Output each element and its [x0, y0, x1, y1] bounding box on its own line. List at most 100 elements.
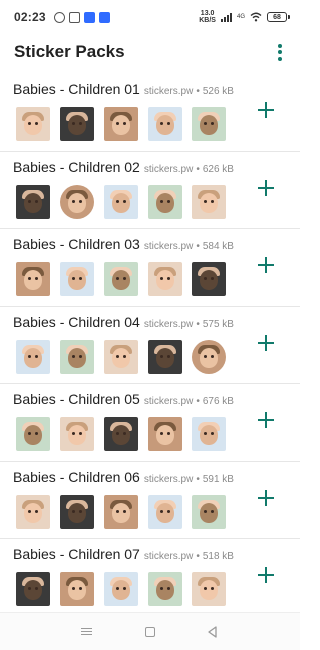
sticker-thumbnail: [192, 107, 226, 141]
pack-publisher: stickers.pw: [143, 86, 194, 97]
sticker-thumbnail: [60, 339, 94, 374]
status-notification-icons: [53, 11, 110, 23]
sticker-thumbnail: [104, 262, 138, 296]
pack-size: 575 kB: [202, 318, 234, 330]
sticker-thumbnail: [16, 417, 50, 451]
message-box-icon: [68, 11, 80, 23]
pack-header: Babies - Children 02 stickers.pw • 626 kB: [13, 159, 234, 175]
sticker-thumbnail: [16, 339, 50, 374]
add-pack-button[interactable]: [258, 334, 274, 351]
sticker-thumbnail: [104, 339, 138, 374]
sticker-thumbnail: [192, 184, 226, 219]
meta-separator: •: [196, 473, 200, 485]
sticker-thumbnail: [104, 107, 138, 141]
sticker-pack-list: Babies - Children 01 stickers.pw • 526 kB Ba…: [0, 74, 300, 617]
back-icon[interactable]: [206, 625, 220, 639]
sticker-preview-strip: [16, 262, 226, 296]
notification-ring-icon: [53, 11, 65, 23]
sticker-thumbnail: [148, 417, 182, 451]
pack-meta: stickers.pw • 575 kB: [144, 319, 234, 330]
sticker-pack-row[interactable]: Babies - Children 01 stickers.pw • 526 kB: [0, 74, 300, 152]
meta-separator: •: [196, 396, 200, 407]
pack-name: Babies - Children 01: [13, 81, 140, 97]
meta-separator: •: [196, 86, 200, 97]
add-pack-button[interactable]: [258, 412, 274, 428]
cell-signal-icon: [220, 12, 232, 22]
sticker-thumbnail: [16, 107, 50, 141]
sticker-pack-row[interactable]: Babies - Children 05 stickers.pw • 676 kB: [0, 384, 300, 462]
sticker-thumbnail: [104, 184, 138, 219]
pack-name: Babies - Children 02: [13, 158, 140, 175]
pack-name: Babies - Children 06: [13, 468, 140, 485]
status-system-icons: 13.0 KB/S 4G 68: [199, 10, 290, 24]
pack-meta: stickers.pw • 584 kB: [144, 241, 234, 252]
meta-separator: •: [196, 318, 200, 330]
pack-size: 676 kB: [202, 396, 234, 407]
home-icon[interactable]: [143, 625, 157, 639]
sticker-pack-row[interactable]: Babies - Children 03 stickers.pw • 584 kB: [0, 229, 300, 307]
sticker-thumbnail: [192, 417, 226, 451]
pack-name: Babies - Children 04: [13, 313, 140, 330]
blue-app-icon: [83, 11, 95, 23]
pack-header: Babies - Children 07 stickers.pw • 518 kB: [13, 546, 234, 562]
add-pack-button[interactable]: [258, 257, 274, 273]
sticker-preview-strip: [16, 184, 226, 219]
sticker-thumbnail: [60, 107, 94, 141]
sticker-thumbnail: [60, 494, 94, 529]
sticker-thumbnail: [104, 494, 138, 529]
pack-publisher: stickers.pw: [143, 163, 194, 175]
meta-separator: •: [196, 241, 200, 252]
network-speed: 13.0 KB/S: [199, 10, 216, 24]
add-pack-button[interactable]: [258, 102, 274, 118]
pack-size: 518 kB: [202, 551, 234, 562]
sticker-thumbnail: [16, 494, 50, 529]
sticker-thumbnail: [148, 262, 182, 296]
pack-size: 584 kB: [202, 241, 234, 252]
menu-icon[interactable]: [80, 625, 94, 639]
sticker-pack-row[interactable]: Babies - Children 07 stickers.pw • 518 kB: [0, 539, 300, 617]
sticker-preview-strip: [16, 572, 226, 606]
pack-header: Babies - Children 05 stickers.pw • 676 kB: [13, 391, 234, 407]
sticker-thumbnail: [16, 572, 50, 606]
pack-publisher: stickers.pw: [143, 551, 194, 562]
more-vert-icon[interactable]: [272, 41, 288, 63]
pack-name: Babies - Children 03: [13, 236, 140, 252]
pack-header: Babies - Children 01 stickers.pw • 526 kB: [13, 81, 234, 97]
pack-header: Babies - Children 03 stickers.pw • 584 kB: [13, 236, 234, 252]
add-pack-button[interactable]: [258, 179, 274, 196]
sim-label: 4G: [236, 14, 245, 20]
sticker-pack-row[interactable]: Babies - Children 02 stickers.pw • 626 kB: [0, 152, 300, 229]
status-time: 02:23: [14, 10, 46, 24]
network-speed-unit: KB/S: [199, 17, 216, 24]
battery-icon: 68: [267, 12, 290, 22]
pack-publisher: stickers.pw: [143, 241, 194, 252]
sticker-pack-row[interactable]: Babies - Children 04 stickers.pw • 575 kB: [0, 307, 300, 384]
sticker-thumbnail: [148, 494, 182, 529]
pack-size: 591 kB: [202, 473, 234, 485]
app-bar: Sticker Packs: [0, 34, 300, 70]
pack-meta: stickers.pw • 526 kB: [144, 86, 234, 97]
pack-header: Babies - Children 04 stickers.pw • 575 kB: [13, 314, 234, 330]
sticker-thumbnail: [16, 262, 50, 296]
battery-level: 68: [273, 13, 281, 21]
pack-publisher: stickers.pw: [143, 473, 194, 485]
bluetooth-icon: [98, 11, 110, 23]
pack-meta: stickers.pw • 626 kB: [144, 164, 234, 175]
sticker-pack-row[interactable]: Babies - Children 06 stickers.pw • 591 kB: [0, 462, 300, 539]
sticker-thumbnail: [192, 339, 226, 374]
sticker-thumbnail: [192, 572, 226, 606]
meta-separator: •: [196, 551, 200, 562]
add-pack-button[interactable]: [258, 567, 274, 583]
sticker-thumbnail: [60, 417, 94, 451]
page-title: Sticker Packs: [14, 42, 125, 61]
pack-header: Babies - Children 06 stickers.pw • 591 kB: [13, 469, 234, 485]
sticker-thumbnail: [60, 184, 94, 219]
sticker-thumbnail: [192, 494, 226, 529]
wifi-icon: [250, 12, 262, 22]
pack-name: Babies - Children 07: [13, 546, 140, 562]
system-nav-bar: [0, 612, 300, 650]
sticker-thumbnail: [148, 339, 182, 374]
pack-publisher: stickers.pw: [143, 396, 194, 407]
add-pack-button[interactable]: [258, 489, 274, 506]
pack-meta: stickers.pw • 591 kB: [144, 474, 234, 485]
